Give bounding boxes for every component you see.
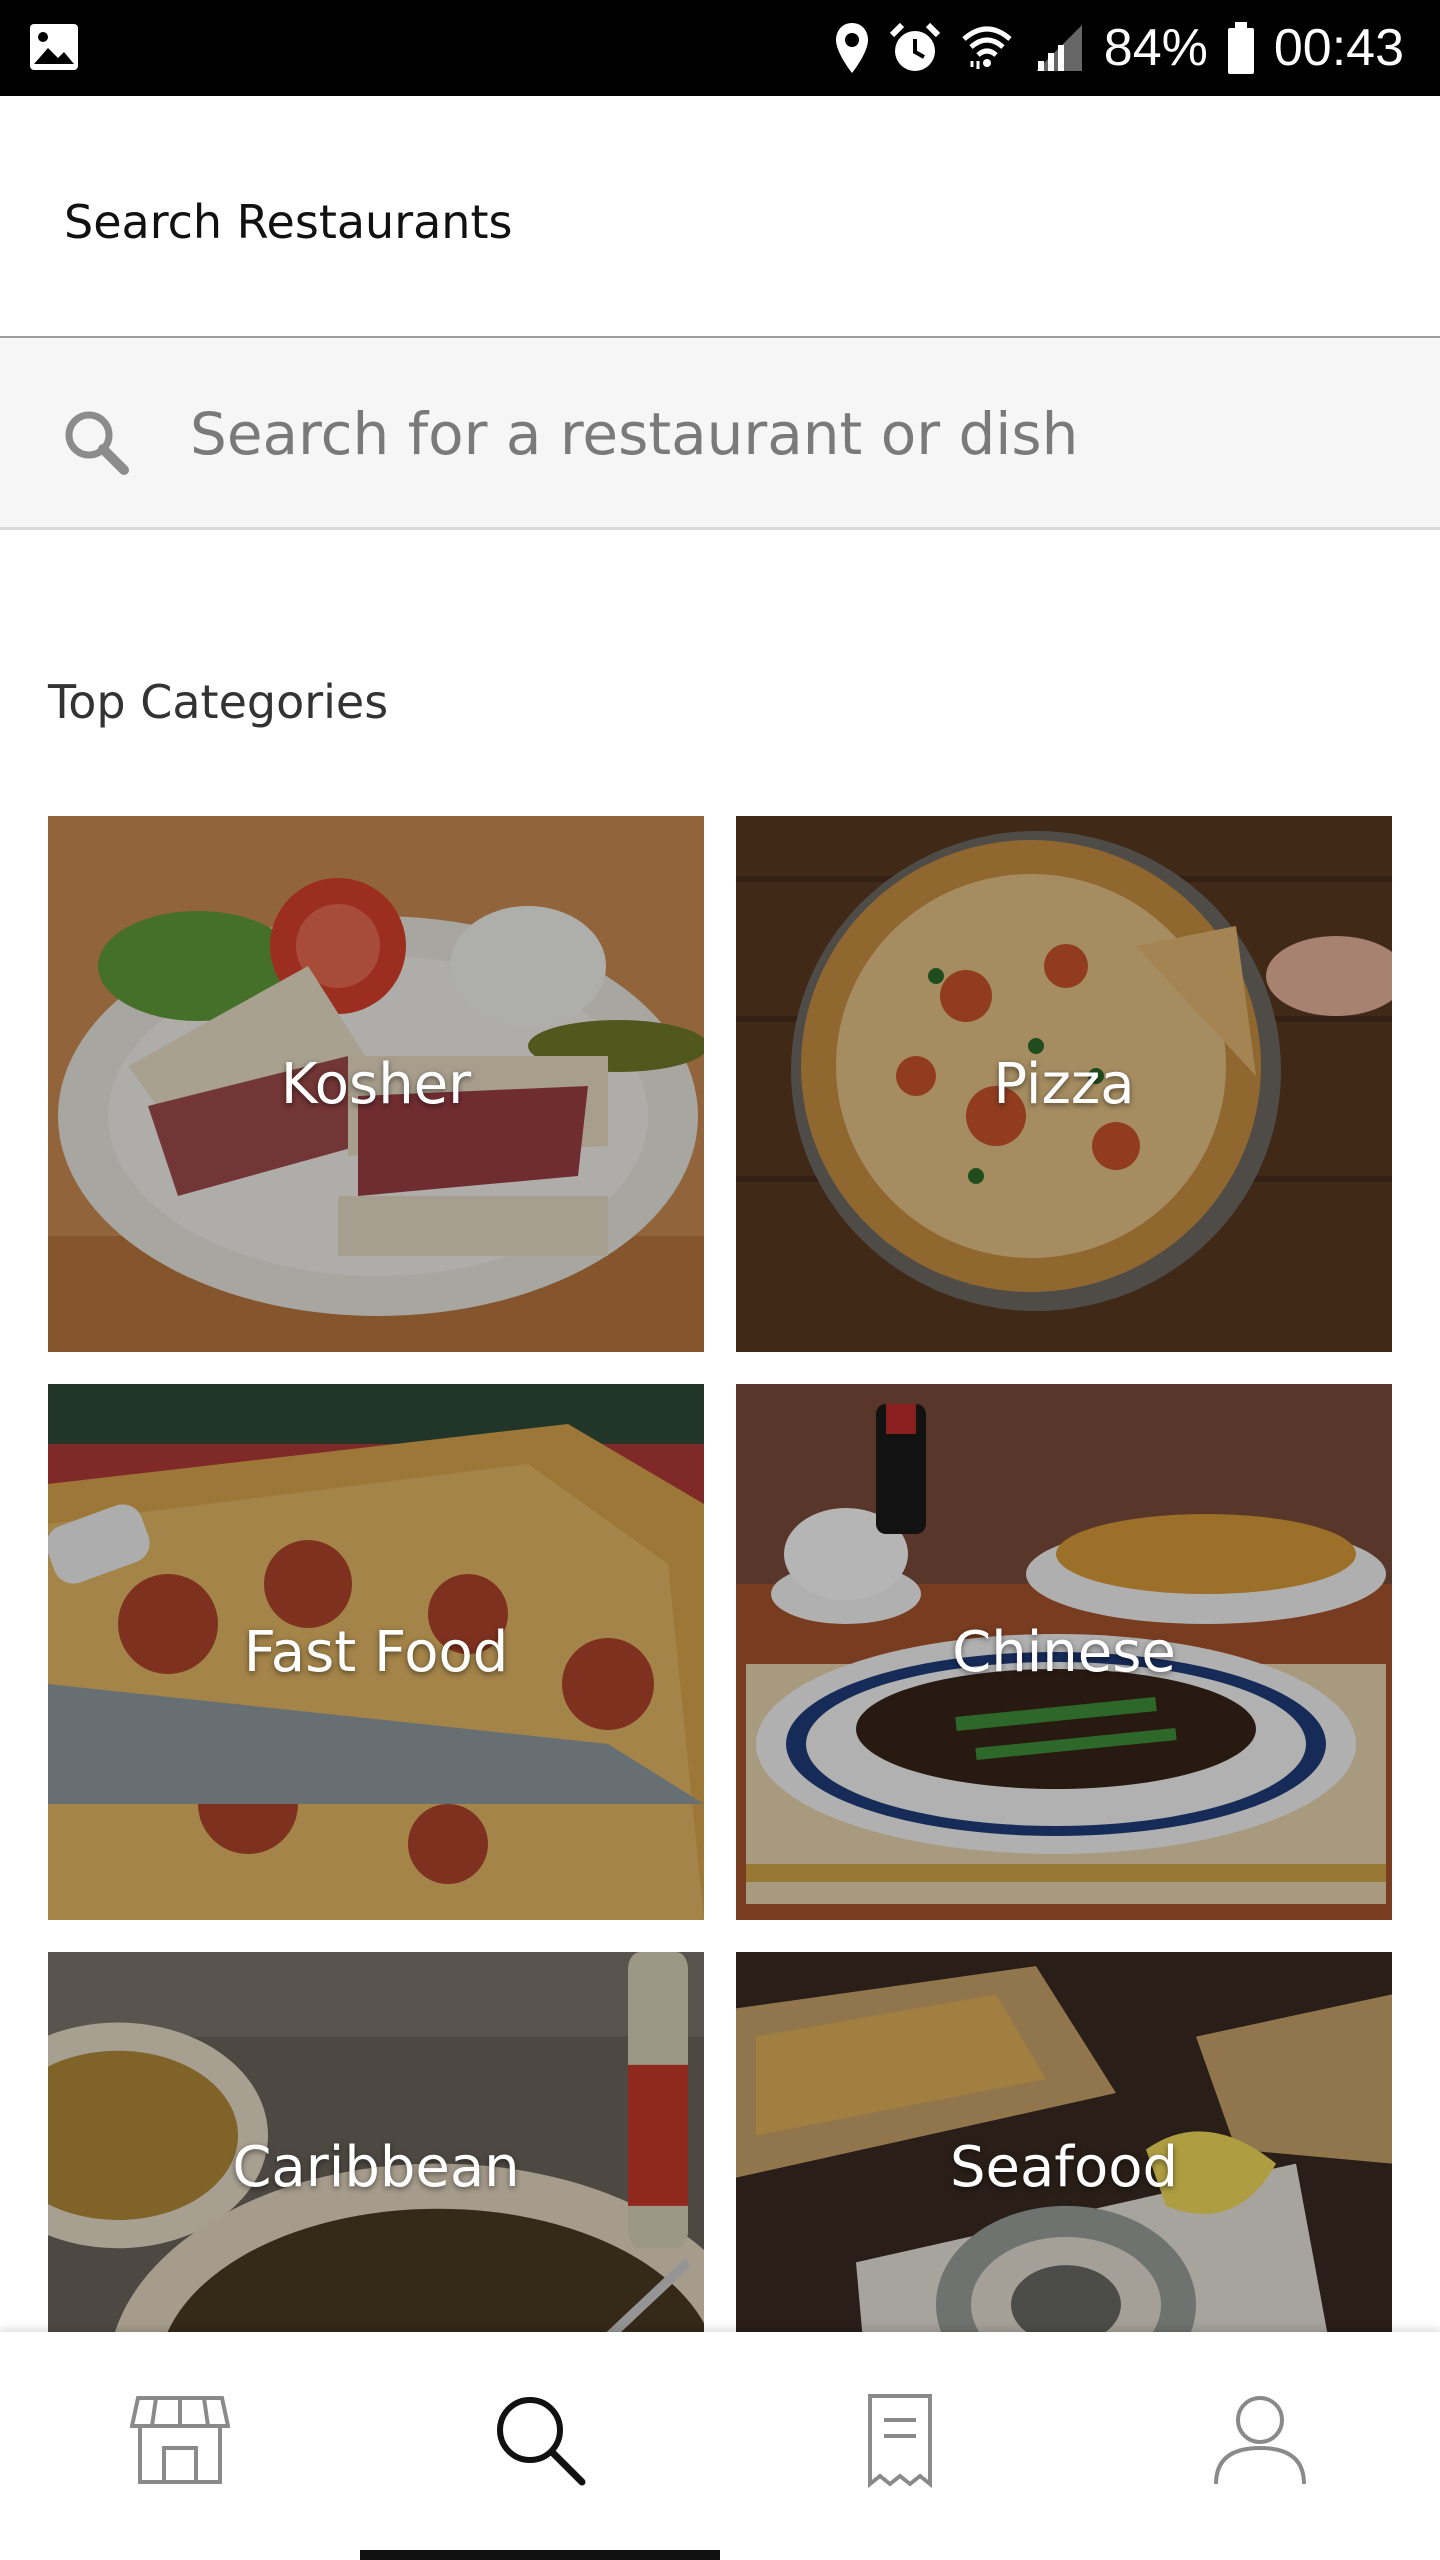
search-icon: [497, 2397, 586, 2486]
wifi-icon: [962, 26, 1012, 69]
category-tile-kosher[interactable]: Kosher: [48, 816, 704, 1352]
signal-icon: [1035, 25, 1082, 71]
storefront-icon: [130, 2396, 230, 2484]
category-tile-caribbean[interactable]: Caribbean: [48, 1952, 704, 2332]
search-input[interactable]: [190, 394, 1370, 474]
category-label: Kosher: [280, 1051, 472, 1117]
location-icon: [835, 23, 868, 73]
search-bar[interactable]: [0, 338, 1440, 530]
page-title: Search Restaurants: [64, 195, 513, 249]
category-label: Seafood: [949, 2134, 1179, 2200]
category-label: Caribbean: [232, 2134, 520, 2200]
category-tile-chinese[interactable]: Chinese: [736, 1384, 1392, 1920]
profile-icon: [1214, 2396, 1306, 2485]
alarm-icon: [889, 22, 940, 71]
section-title-top-categories: Top Categories: [48, 675, 389, 729]
nav-home[interactable]: [0, 2332, 360, 2560]
nav-orders[interactable]: [720, 2332, 1080, 2560]
image-icon: [28, 22, 80, 72]
bottom-navigation: [0, 2332, 1440, 2560]
nav-search[interactable]: [360, 2332, 720, 2560]
battery-percentage: 84%: [1103, 19, 1208, 77]
clock: 00:43: [1273, 19, 1404, 77]
category-tile-pizza[interactable]: Pizza: [736, 816, 1392, 1352]
category-label: Pizza: [993, 1051, 1135, 1117]
receipt-icon: [868, 2394, 932, 2489]
category-tile-fast-food[interactable]: Fast Food: [48, 1384, 704, 1920]
search-icon: [65, 411, 129, 475]
category-label: Fast Food: [243, 1619, 509, 1685]
status-bar: 84% 00:43: [0, 0, 1440, 96]
category-label: Chinese: [952, 1619, 1176, 1685]
category-tile-seafood[interactable]: Seafood: [736, 1952, 1392, 2332]
nav-account[interactable]: [1080, 2332, 1440, 2560]
battery-icon: [1227, 22, 1254, 74]
active-tab-indicator: [360, 2550, 720, 2560]
app-header: Search Restaurants: [0, 96, 1440, 338]
status-icons: 84% 00:43: [834, 0, 1404, 96]
